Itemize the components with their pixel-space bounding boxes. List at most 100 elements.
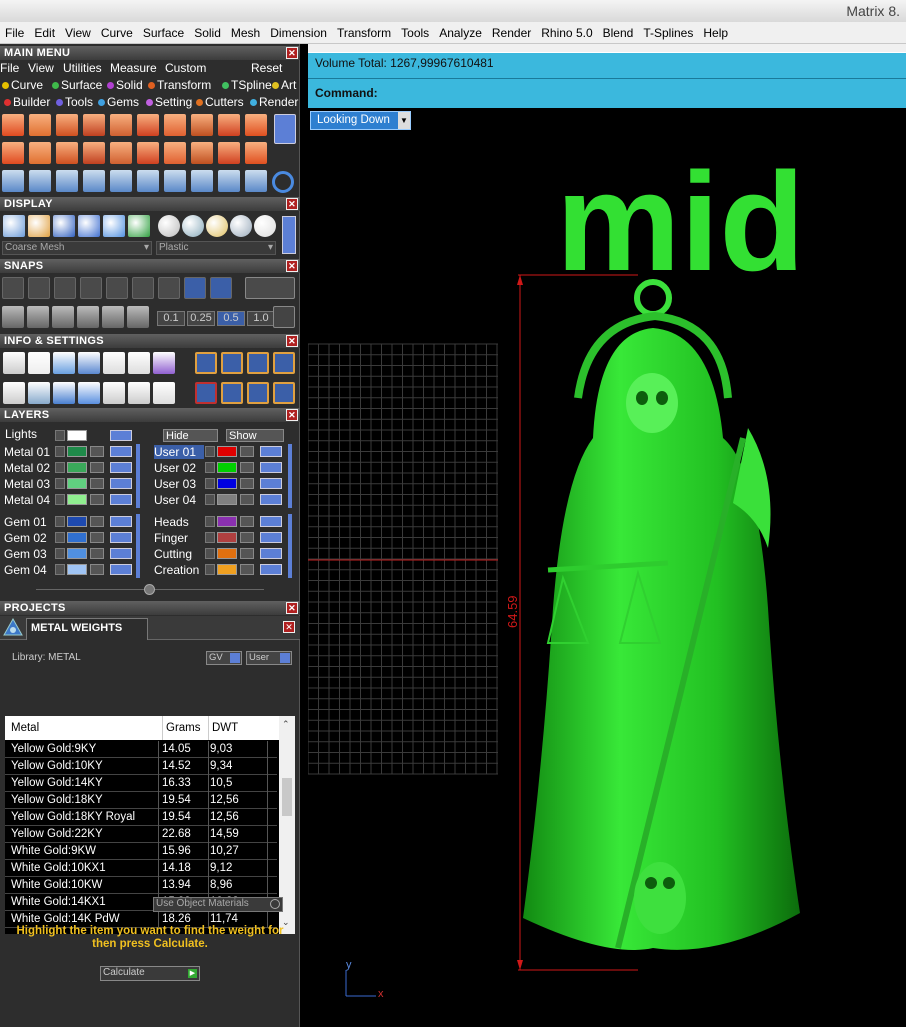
layer-color-swatch[interactable] [67,564,87,575]
tab-tabs2-1[interactable]: Tools [56,95,93,109]
lock-icon[interactable] [240,564,254,575]
layer-row-left-0[interactable]: Metal 01 [0,445,150,460]
layer-color-swatch[interactable] [67,516,87,527]
info-tool-0[interactable] [195,352,217,374]
table-row[interactable]: Yellow Gold:22KY 22.68 14,59 [5,826,277,843]
close-icon[interactable]: ✕ [286,47,298,59]
tool-icon-2-7[interactable] [191,170,213,192]
lock-icon[interactable] [240,548,254,559]
tool-icon-1-7[interactable] [191,142,213,164]
settings-icon-0[interactable] [3,382,25,404]
menu-item-4[interactable]: Surface [138,22,189,40]
main-menu-item-0[interactable]: File [0,61,19,75]
snap-value-3[interactable]: 1.0 [247,311,275,326]
layer-color-swatch[interactable] [67,548,87,559]
display-icon-1[interactable] [28,215,50,237]
settings-icon-6[interactable] [153,382,175,404]
layer-visible-toggle[interactable] [260,532,282,543]
layer-color-swatch[interactable] [217,462,237,473]
menu-item-2[interactable]: View [60,22,96,40]
menu-item-7[interactable]: Dimension [265,22,332,40]
settings-icon-2[interactable] [53,382,75,404]
settings-tool-0[interactable] [195,382,217,404]
tool-icon-1-8[interactable] [218,142,240,164]
circle-icon[interactable] [272,171,294,193]
snap-frame-icon[interactable] [245,277,295,299]
layer-row-right-0[interactable]: User 01 [150,445,300,460]
col-grams[interactable]: Grams [162,716,201,740]
layer-color-swatch[interactable] [217,478,237,489]
lock-icon[interactable] [240,516,254,527]
settings-tool-3[interactable] [273,382,295,404]
arrow-icon[interactable] [205,462,215,473]
layer-visible-toggle[interactable] [260,516,282,527]
tool-selector[interactable] [274,114,296,144]
settings-icon-3[interactable] [78,382,100,404]
arrow-icon[interactable] [55,564,65,575]
arrow-icon[interactable] [205,494,215,505]
table-row[interactable]: Yellow Gold:18KY 19.54 12,56 [5,792,277,809]
layer-row-right-2[interactable]: User 03 [150,477,300,492]
layer-visible-toggle[interactable] [260,494,282,505]
layer-color-swatch[interactable] [67,462,87,473]
lock-icon[interactable] [90,494,104,505]
layer-row-right-7[interactable]: Creation [150,563,300,578]
snap-tool-3[interactable] [77,306,99,328]
layer-row-left-5[interactable]: Gem 02 [0,531,150,546]
info-icon-0[interactable] [3,352,25,374]
mesh-select[interactable]: Coarse Mesh ▾ [2,241,152,255]
layer-visible-toggle[interactable] [110,478,132,489]
layer-visible-toggle[interactable] [110,446,132,457]
material-select[interactable]: Plastic ▾ [156,241,276,255]
tab-tabs1-4[interactable]: TSpline [222,78,272,92]
settings-tool-1[interactable] [221,382,243,404]
scroll-thumb[interactable] [282,778,292,816]
menu-item-3[interactable]: Curve [96,22,138,40]
close-icon[interactable]: ✕ [286,198,298,210]
layer-row-left-2[interactable]: Metal 03 [0,477,150,492]
tool-icon-1-9[interactable] [245,142,267,164]
layer-row-left-6[interactable]: Gem 03 [0,547,150,562]
snap-icon-8[interactable] [210,277,232,299]
info-icon-5[interactable] [128,352,150,374]
arrow-icon[interactable] [205,516,215,527]
tab-tabs2-5[interactable]: Render [250,95,298,109]
pendant-model[interactable] [523,279,800,950]
tab-tabs1-1[interactable]: Surface [52,78,102,92]
display-icon-0[interactable] [3,215,25,237]
tool-icon-0-5[interactable] [137,114,159,136]
lock-icon[interactable] [90,478,104,489]
arrow-icon[interactable] [55,548,65,559]
display-icon-7[interactable] [182,215,204,237]
layer-color-swatch[interactable] [67,532,87,543]
tab-tabs2-4[interactable]: Cutters [196,95,244,109]
layer-row-left-7[interactable]: Gem 04 [0,563,150,578]
model-text[interactable]: mid [556,143,805,300]
model-canvas[interactable]: mid 64.59 y x [308,108,906,1027]
arrow-icon[interactable] [205,564,215,575]
snap-icon-3[interactable] [80,277,102,299]
settings-icon-1[interactable] [28,382,50,404]
info-icon-1[interactable] [28,352,50,374]
info-icon-3[interactable] [78,352,100,374]
grid-icon[interactable] [273,306,295,328]
main-menu-item-2[interactable]: Utilities [63,61,102,75]
layer-row-right-3[interactable]: User 04 [150,493,300,508]
main-menu-item-1[interactable]: View [28,61,54,75]
lock-icon[interactable] [240,478,254,489]
layer-visible-toggle[interactable] [110,516,132,527]
snap-icon-0[interactable] [2,277,24,299]
menu-item-11[interactable]: Render [487,22,536,40]
snap-tool-2[interactable] [52,306,74,328]
arrow-icon[interactable] [55,494,65,505]
hide-button[interactable]: Hide [163,429,218,442]
info-tool-1[interactable] [221,352,243,374]
layer-color-swatch[interactable] [217,532,237,543]
tool-icon-2-3[interactable] [83,170,105,192]
tool-icon-0-1[interactable] [29,114,51,136]
arrow-icon[interactable] [205,446,215,457]
settings-icon-4[interactable] [103,382,125,404]
tool-icon-1-3[interactable] [83,142,105,164]
table-row[interactable]: White Gold:9KW 15.96 10,27 [5,843,277,860]
layer-row-right-6[interactable]: Cutting [150,547,300,562]
